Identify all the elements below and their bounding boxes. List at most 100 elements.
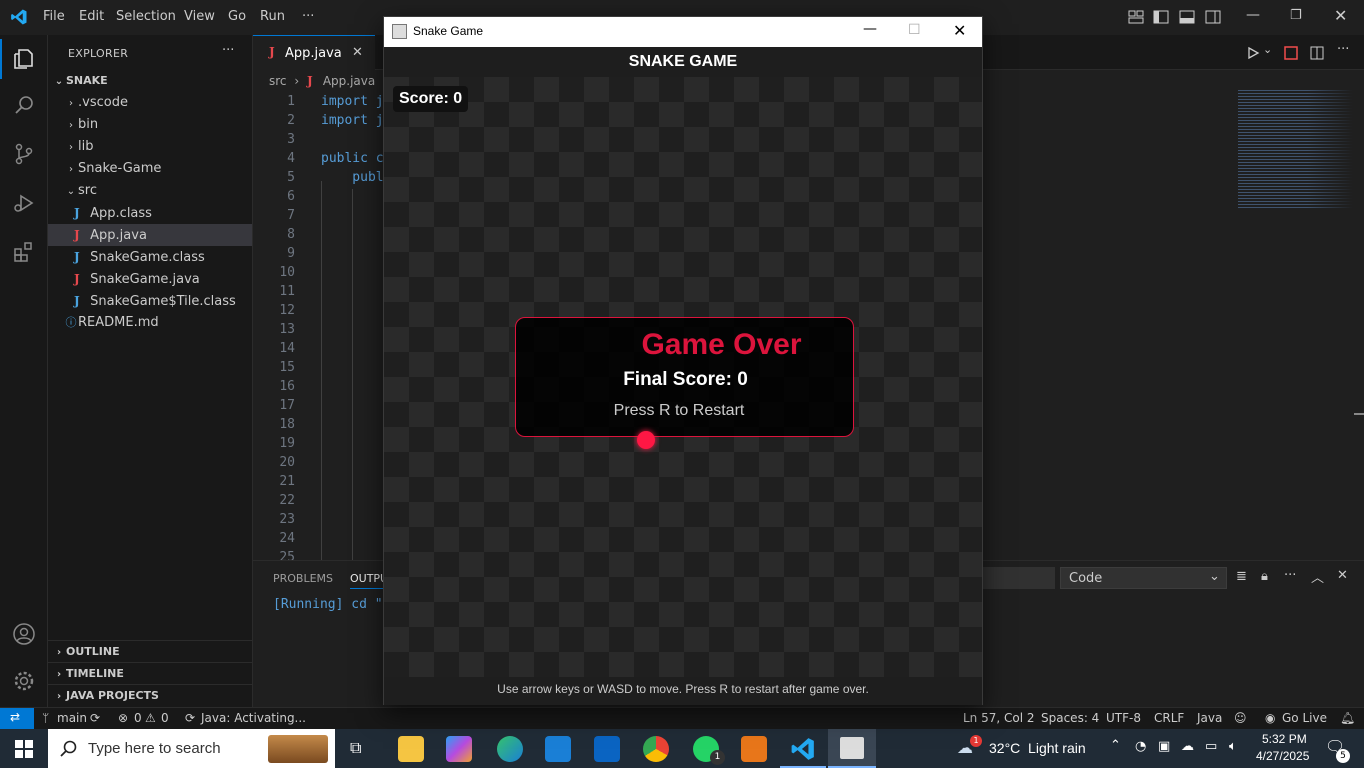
workspace-root[interactable]: ⌄ SNAKE (48, 70, 252, 92)
tree-folder-vscode[interactable]: › .vscode (48, 92, 252, 114)
maximize-panel-icon[interactable]: ︿ (1311, 567, 1324, 586)
tree-file-snakegame-tile-class[interactable]: J SnakeGame$Tile.class (48, 290, 252, 312)
scrollbar-thumb[interactable] (1354, 413, 1364, 415)
tree-file-app-java[interactable]: J App.java (48, 224, 252, 246)
edge-browser-icon[interactable] (497, 736, 523, 762)
menu-edit[interactable]: Edit (79, 9, 104, 24)
file-explorer-icon[interactable] (398, 736, 424, 762)
timeline-section[interactable]: › TIMELINE (48, 662, 252, 684)
copilot-icon[interactable]: ☺ (1234, 711, 1247, 725)
error-count[interactable]: 0 (134, 711, 142, 725)
menu-go[interactable]: Go (228, 9, 246, 24)
settings-gear-icon[interactable] (12, 669, 36, 693)
maximize-icon[interactable]: ☐ (908, 22, 921, 38)
menu-selection[interactable]: Selection (116, 9, 176, 24)
run-file-icon[interactable] (1246, 46, 1260, 60)
editor-more-button[interactable]: ··· (1337, 42, 1349, 57)
tree-file-snakegame-class[interactable]: J SnakeGame.class (48, 246, 252, 268)
line-ending[interactable]: CRLF (1154, 711, 1184, 725)
menu-file[interactable]: File (43, 9, 65, 24)
branch-label[interactable]: main (57, 711, 87, 725)
sync-icon[interactable]: ⟳ (90, 711, 100, 725)
weather-label[interactable]: 32°C Light rain (989, 740, 1086, 756)
tab-close-icon[interactable]: ✕ (352, 45, 363, 60)
remote-button[interactable]: ⇄ (0, 708, 34, 729)
chrome-icon[interactable] (643, 736, 669, 762)
filter-input[interactable] (983, 567, 1055, 589)
tree-folder-bin[interactable]: › bin (48, 114, 252, 136)
stop-icon[interactable] (1284, 46, 1298, 60)
run-dropdown-icon[interactable]: ⌄ (1263, 43, 1272, 56)
breadcrumb-file[interactable]: App.java (323, 74, 375, 88)
volume-icon[interactable]: 🔈︎ (1229, 739, 1237, 754)
network-icon[interactable]: ◔ (1135, 739, 1146, 754)
explorer-more-button[interactable]: ··· (222, 43, 234, 58)
run-debug-icon[interactable] (12, 191, 36, 215)
code-line-5[interactable]: publ (321, 170, 383, 185)
customize-layout-icon[interactable] (1128, 9, 1144, 25)
accounts-icon[interactable] (12, 622, 36, 646)
minimize-icon[interactable]: — (1246, 7, 1260, 23)
microsoft-store-icon[interactable] (545, 736, 571, 762)
clock-date[interactable]: 4/27/2025 (1256, 749, 1309, 763)
sublime-text-icon[interactable] (741, 736, 767, 762)
windows-start-icon[interactable] (15, 740, 33, 758)
close-panel-icon[interactable]: ✕ (1337, 568, 1348, 583)
tab-app-java[interactable]: J App.java ✕ (253, 35, 375, 70)
outline-section[interactable]: › OUTLINE (48, 640, 252, 662)
search-icon[interactable] (12, 93, 36, 117)
lock-icon[interactable]: 🔒︎ (1261, 569, 1268, 584)
output-channel-dropdown[interactable]: Code ⌄ (1060, 567, 1227, 589)
code-line-1[interactable]: import j (321, 94, 384, 109)
game-board[interactable]: Score: 0 Game Over Final Score: 0 Press … (384, 77, 982, 677)
source-control-icon[interactable] (12, 142, 36, 166)
split-editor-icon[interactable] (1310, 46, 1324, 60)
encoding[interactable]: UTF-8 (1106, 711, 1141, 725)
language-mode[interactable]: Java (1197, 711, 1222, 725)
close-icon[interactable]: ✕ (953, 21, 966, 40)
close-icon[interactable]: ✕ (1334, 6, 1347, 25)
tab-problems[interactable]: PROBLEMS (273, 572, 333, 585)
extensions-icon[interactable] (12, 240, 36, 264)
taskbar-search-box[interactable]: Type here to search (48, 729, 335, 768)
copilot-app-icon[interactable] (446, 736, 472, 762)
task-view-icon[interactable]: ⧉ (350, 738, 361, 758)
java-status[interactable]: Java: Activating... (201, 711, 306, 725)
outlook-icon[interactable] (594, 736, 620, 762)
code-line-4[interactable]: public c (321, 151, 384, 166)
notifications-bell-icon[interactable]: 🔔︎ (1340, 711, 1355, 725)
panel-more-button[interactable]: ··· (1284, 568, 1296, 583)
toggle-sidebar-icon[interactable] (1153, 9, 1169, 25)
cursor-position[interactable]: Ln 57, Col 2 (963, 711, 1035, 725)
java-app-taskbar-item[interactable] (828, 729, 876, 768)
restore-icon[interactable]: ❐ (1290, 8, 1302, 23)
tree-folder-snake-game[interactable]: › Snake-Game (48, 158, 252, 180)
menu-more[interactable]: ··· (302, 9, 314, 24)
tree-folder-src[interactable]: ⌄ src (48, 180, 252, 202)
tree-file-snakegame-java[interactable]: J SnakeGame.java (48, 268, 252, 290)
warning-count[interactable]: 0 (161, 711, 169, 725)
clear-output-icon[interactable]: ≣ (1236, 569, 1247, 584)
menu-run[interactable]: Run (260, 9, 285, 24)
menu-view[interactable]: View (184, 9, 215, 24)
clock-time[interactable]: 5:32 PM (1262, 732, 1307, 746)
vscode-taskbar-item[interactable] (780, 729, 826, 768)
chevron-up-icon[interactable]: ⌃ (1110, 738, 1121, 753)
onedrive-icon[interactable]: ☁ (1181, 739, 1194, 754)
explorer-icon[interactable] (12, 47, 36, 71)
battery-icon[interactable]: ▭ (1205, 739, 1217, 754)
tree-file-app-class[interactable]: J App.class (48, 202, 252, 224)
game-window-titlebar[interactable]: Snake Game — ☐ ✕ (384, 17, 982, 47)
minimize-icon[interactable]: — (863, 21, 877, 37)
breadcrumb-src[interactable]: src (269, 74, 287, 88)
tree-file-readme[interactable]: ⓘ README.md (48, 312, 252, 334)
code-line-2[interactable]: import j (321, 113, 384, 128)
go-live-button[interactable]: Go Live (1282, 711, 1327, 725)
minimap[interactable] (1238, 90, 1353, 210)
meet-icon[interactable]: ▣ (1158, 739, 1170, 754)
indentation[interactable]: Spaces: 4 (1041, 711, 1099, 725)
tree-folder-lib[interactable]: › lib (48, 136, 252, 158)
toggle-secondary-sidebar-icon[interactable] (1205, 9, 1221, 25)
java-projects-section[interactable]: › JAVA PROJECTS (48, 684, 252, 706)
toggle-panel-icon[interactable] (1179, 9, 1195, 25)
